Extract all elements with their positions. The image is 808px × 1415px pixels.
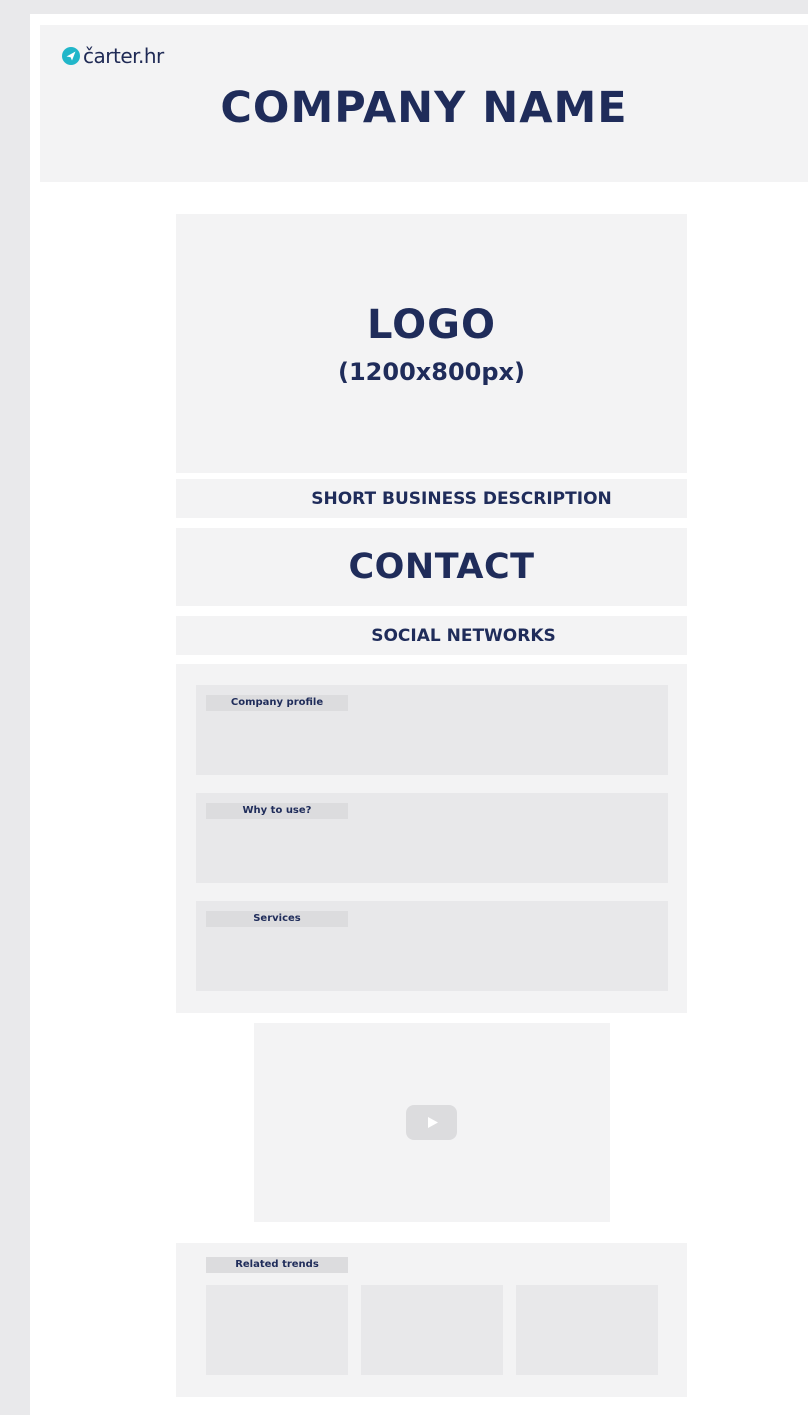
contact: CONTACT [176,528,687,606]
page: čarter.hr COMPANY NAME LOGO (1200x800px)… [30,14,808,1415]
header: čarter.hr COMPANY NAME [40,25,808,182]
short-business-description: SHORT BUSINESS DESCRIPTION [176,479,687,518]
brand-logo[interactable]: čarter.hr [62,44,164,68]
related-trends: Related trends [176,1243,687,1397]
logo-title: LOGO [367,301,496,348]
section-services: Services [196,901,668,991]
trend-card[interactable] [206,1285,348,1375]
trends-label: Related trends [206,1257,348,1273]
logo-size: (1200x800px) [338,357,525,386]
sections-container: Company profile Why to use? Services [176,664,687,1013]
section-why-to-use: Why to use? [196,793,668,883]
section-label: Why to use? [206,803,348,819]
section-label: Company profile [206,695,348,711]
logo-placeholder: LOGO (1200x800px) [176,214,687,473]
company-name: COMPANY NAME [220,83,628,133]
brand-name: čarter.hr [83,44,164,68]
video-placeholder[interactable] [254,1023,610,1222]
paper-plane-icon [62,47,80,65]
section-company-profile: Company profile [196,685,668,775]
play-icon[interactable] [406,1105,457,1140]
trend-card[interactable] [361,1285,503,1375]
section-label: Services [206,911,348,927]
social-networks: SOCIAL NETWORKS [176,616,687,655]
trend-card[interactable] [516,1285,658,1375]
